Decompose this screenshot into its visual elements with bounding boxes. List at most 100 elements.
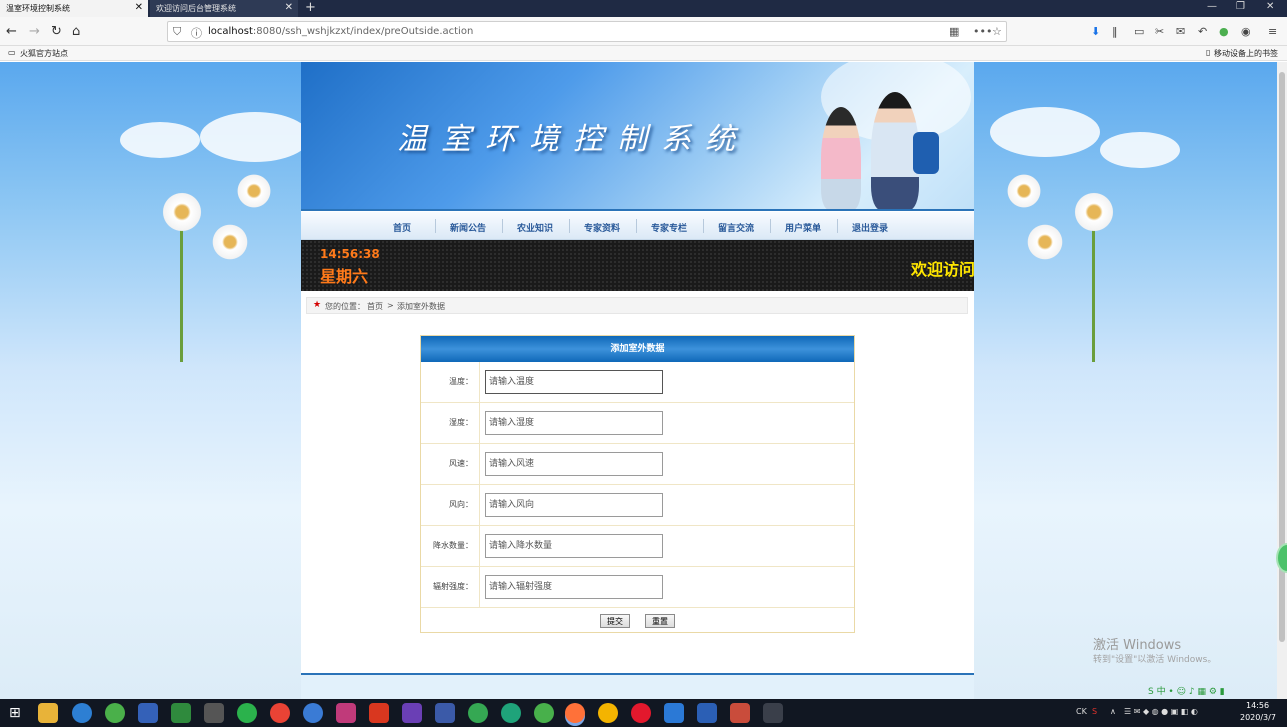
student-boy-image <box>871 92 919 210</box>
more-icon[interactable]: ••• <box>973 25 992 38</box>
site-banner: 温室环境控制系统 <box>301 62 974 210</box>
radiation-input[interactable] <box>485 575 663 599</box>
window-close-icon[interactable]: ✕ <box>1266 1 1274 12</box>
student-girl-image <box>821 107 861 210</box>
chat-icon[interactable]: ✉ <box>1176 25 1185 38</box>
tools-app-icon[interactable] <box>204 703 224 723</box>
banner-divider <box>301 209 974 211</box>
screenshot-icon[interactable]: ✂ <box>1155 25 1164 38</box>
app-icon[interactable] <box>730 703 750 723</box>
bookmark-mobile[interactable]: 移动设备上的书签 <box>1214 48 1278 59</box>
menu-expert-column[interactable]: 专家专栏 <box>651 221 687 234</box>
undo-icon[interactable]: ↶ <box>1198 25 1207 38</box>
site-footer <box>301 675 974 699</box>
taskbar-date[interactable]: 2020/3/7 <box>1240 713 1276 722</box>
forward-icon[interactable]: → <box>29 24 40 39</box>
taskbar-time[interactable]: 14:56 <box>1246 701 1269 710</box>
reset-button[interactable]: 重置 <box>645 614 675 628</box>
visual-studio-icon[interactable] <box>402 703 422 723</box>
new-tab-icon[interactable]: + <box>305 0 316 15</box>
menu-logout[interactable]: 退出登录 <box>852 221 888 234</box>
url-text[interactable]: localhost:8080/ssh_wshjkzxt/index/preOut… <box>208 26 473 37</box>
row-divider <box>479 403 480 444</box>
opera-icon[interactable] <box>631 703 651 723</box>
browser-navbar: ← → ↻ ⌂ ⛉ ⓘ localhost:8080/ssh_wshjkzxt/… <box>0 17 1287 46</box>
menu-expert-info[interactable]: 专家资料 <box>584 221 620 234</box>
wechat-icon[interactable] <box>237 703 257 723</box>
flower-decoration <box>1025 222 1065 262</box>
app-icon[interactable] <box>138 703 158 723</box>
wind-speed-input[interactable] <box>485 452 663 476</box>
flower-decoration <box>235 172 273 210</box>
minimize-icon[interactable]: — <box>1207 1 1217 12</box>
shield-icon[interactable]: ⛉ <box>173 25 181 39</box>
close-icon[interactable]: ✕ <box>285 2 293 13</box>
precipitation-input[interactable] <box>485 534 663 558</box>
app-icon[interactable] <box>435 703 455 723</box>
outside-data-form: 添加室外数据 温度： 湿度： 风速： 风向： 降 <box>420 335 855 633</box>
led-day: 星期六 <box>320 267 369 286</box>
ime-icon[interactable]: S <box>1092 707 1097 716</box>
menu-user[interactable]: 用户菜单 <box>785 221 821 234</box>
reload-icon[interactable]: ↻ <box>51 24 62 39</box>
qrcode-icon[interactable]: ▦ <box>949 25 959 38</box>
library-icon[interactable]: ‖ <box>1112 25 1118 38</box>
humidity-input[interactable] <box>485 411 663 435</box>
tab-admin-system[interactable]: 欢迎访问后台管理系统 ✕ <box>150 0 298 17</box>
submit-button[interactable]: 提交 <box>600 614 630 628</box>
app-icon[interactable] <box>664 703 684 723</box>
breadcrumb-home-link[interactable]: 首页 <box>367 301 383 312</box>
menu-messages[interactable]: 留言交流 <box>718 221 754 234</box>
restore-icon[interactable]: ❐ <box>1236 1 1245 12</box>
word-icon[interactable] <box>697 703 717 723</box>
back-icon[interactable]: ← <box>6 24 17 39</box>
ime-toolbar[interactable]: S 中 • ☺ ♪ ▦ ⚙ ▮ <box>1148 684 1225 697</box>
wind-direction-input[interactable] <box>485 493 663 517</box>
account-icon[interactable]: ◉ <box>1241 25 1251 38</box>
browser-app-icon[interactable] <box>72 703 92 723</box>
stem-decoration <box>1092 222 1095 362</box>
app-icon[interactable] <box>501 703 521 723</box>
tray-expand-icon[interactable]: ∧ <box>1110 707 1116 716</box>
flower-decoration <box>1005 172 1043 210</box>
app-icon[interactable] <box>171 703 191 723</box>
bookmark-firefox-official[interactable]: 火狐官方站点 <box>20 48 68 59</box>
app-icon[interactable] <box>534 703 554 723</box>
row-divider <box>479 362 480 403</box>
form-row-wind-speed: 风速： <box>421 444 854 485</box>
tray-icons[interactable]: ☰ ✉ ◆ ◍ ● ▣ ◧ ◐ <box>1124 707 1198 716</box>
app-icon[interactable] <box>468 703 488 723</box>
bookmark-star-icon[interactable]: ☆ <box>992 25 1002 38</box>
app-icon[interactable] <box>369 703 389 723</box>
form-row-precipitation: 降水数量： <box>421 526 854 567</box>
menu-separator <box>435 219 436 233</box>
firefox-icon[interactable] <box>565 703 585 723</box>
lang-indicator[interactable]: CK <box>1076 707 1087 716</box>
page-scrollbar[interactable] <box>1277 62 1287 699</box>
menu-agri-knowledge[interactable]: 农业知识 <box>517 221 553 234</box>
file-explorer-icon[interactable] <box>38 703 58 723</box>
close-icon[interactable]: ✕ <box>135 2 143 13</box>
address-bar[interactable]: ⛉ ⓘ localhost:8080/ssh_wshjkzxt/index/pr… <box>167 21 1007 42</box>
extension-icon[interactable]: ● <box>1219 25 1229 38</box>
mobile-icon: ▯ <box>1206 48 1211 57</box>
app-icon[interactable] <box>763 703 783 723</box>
temperature-input[interactable] <box>485 370 663 394</box>
info-icon[interactable]: ⓘ <box>191 25 202 41</box>
download-icon[interactable]: ⬇ <box>1091 25 1100 38</box>
menu-home[interactable]: 首页 <box>393 221 411 234</box>
tab-greenhouse-system[interactable]: 温室环境控制系统 ✕ <box>0 0 148 17</box>
menu-icon[interactable]: ≡ <box>1268 25 1277 38</box>
chrome-icon[interactable] <box>270 703 290 723</box>
app-icon[interactable] <box>303 703 323 723</box>
form-row-temperature: 温度： <box>421 362 854 403</box>
menu-news[interactable]: 新闻公告 <box>450 221 486 234</box>
breadcrumb-separator: > <box>387 301 394 310</box>
sidebar-icon[interactable]: ▭ <box>1134 25 1144 38</box>
form-row-wind-direction: 风向： <box>421 485 854 526</box>
chrome-icon[interactable] <box>598 703 618 723</box>
ide-icon[interactable] <box>336 703 356 723</box>
home-icon[interactable]: ⌂ <box>72 24 80 39</box>
app-icon[interactable] <box>105 703 125 723</box>
windows-start-icon[interactable]: ⊞ <box>9 705 21 721</box>
